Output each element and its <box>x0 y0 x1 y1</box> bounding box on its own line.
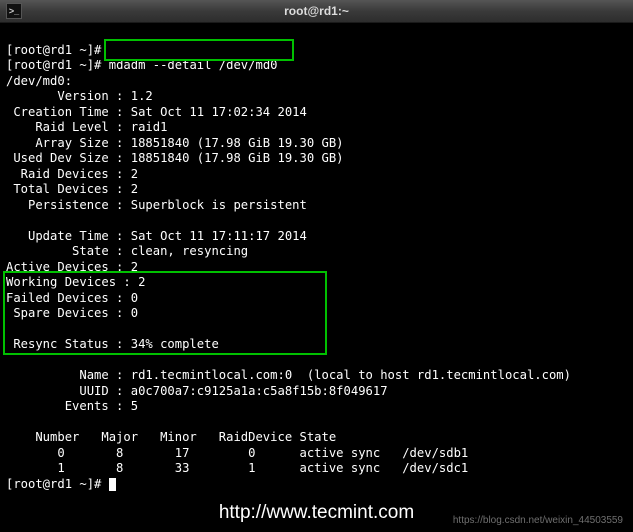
detail-active-devices: Active Devices : 2 <box>6 260 138 274</box>
detail-working-devices: Working Devices : 2 <box>6 275 145 289</box>
detail-uuid: UUID : a0c700a7:c9125a1a:c5a8f15b:8f0496… <box>6 384 388 398</box>
detail-failed-devices: Failed Devices : 0 <box>6 291 138 305</box>
detail-raid-devices: Raid Devices : 2 <box>6 167 138 181</box>
window-title: root@rd1:~ <box>284 4 349 18</box>
cursor[interactable] <box>109 478 116 491</box>
detail-update-time: Update Time : Sat Oct 11 17:11:17 2014 <box>6 229 307 243</box>
detail-used-dev-size: Used Dev Size : 18851840 (17.98 GiB 19.3… <box>6 151 344 165</box>
table-header: Number Major Minor RaidDevice State <box>6 430 336 444</box>
detail-array-size: Array Size : 18851840 (17.98 GiB 19.30 G… <box>6 136 344 150</box>
device-header: /dev/md0: <box>6 74 72 88</box>
detail-name: Name : rd1.tecmintlocal.com:0 (local to … <box>6 368 571 382</box>
detail-creation-time: Creation Time : Sat Oct 11 17:02:34 2014 <box>6 105 307 119</box>
prompt-line: [root@rd1 ~]# <box>6 58 101 72</box>
detail-total-devices: Total Devices : 2 <box>6 182 138 196</box>
detail-persistence: Persistence : Superblock is persistent <box>6 198 307 212</box>
detail-resync-status: Resync Status : 34% complete <box>6 337 219 351</box>
table-row: 1 8 33 1 active sync /dev/sdc1 <box>6 461 468 475</box>
detail-version: Version : 1.2 <box>6 89 153 103</box>
terminal-icon: >_ <box>6 3 22 19</box>
detail-events: Events : 5 <box>6 399 138 413</box>
prompt-line: [root@rd1 ~]# <box>6 43 101 57</box>
terminal-window: >_ root@rd1:~ [root@rd1 ~]# [root@rd1 ~]… <box>0 0 633 532</box>
entered-command: mdadm --detail /dev/md0 <box>109 58 278 72</box>
detail-raid-level: Raid Level : raid1 <box>6 120 167 134</box>
titlebar: >_ root@rd1:~ <box>0 0 633 23</box>
prompt-final: [root@rd1 ~]# <box>6 477 109 491</box>
detail-spare-devices: Spare Devices : 0 <box>6 306 138 320</box>
terminal-viewport[interactable]: [root@rd1 ~]# [root@rd1 ~]# mdadm --deta… <box>0 23 633 532</box>
table-row: 0 8 17 0 active sync /dev/sdb1 <box>6 446 468 460</box>
detail-state: State : clean, resyncing <box>6 244 248 258</box>
